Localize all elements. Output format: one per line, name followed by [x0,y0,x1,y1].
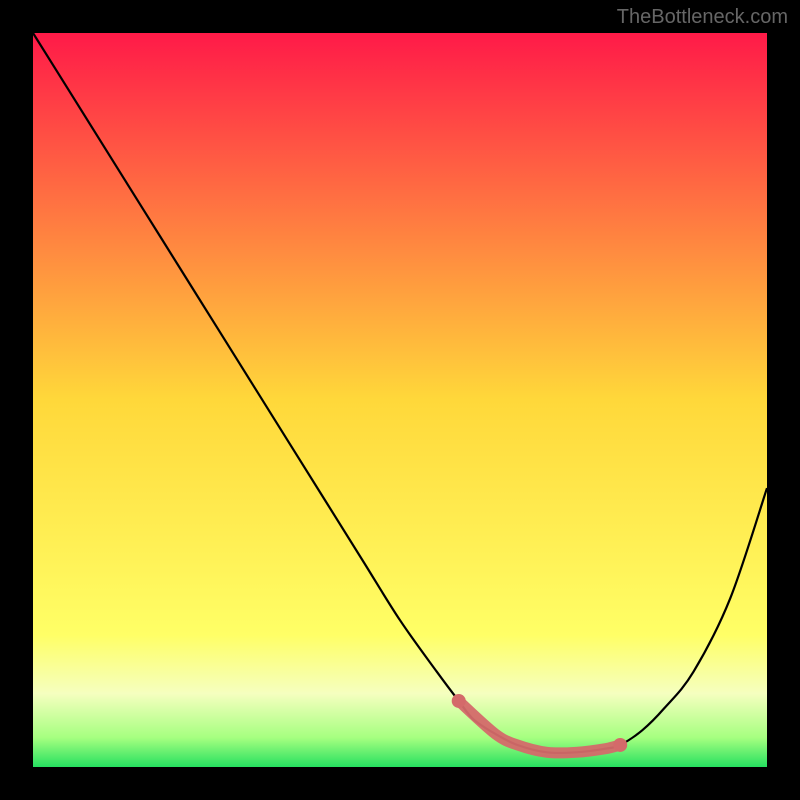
chart-container: TheBottleneck.com [0,0,800,800]
plot-area [33,33,767,767]
bottleneck-curve [33,33,767,753]
curve-layer [33,33,767,767]
highlight-markers [452,694,627,753]
watermark-text: TheBottleneck.com [617,6,788,29]
